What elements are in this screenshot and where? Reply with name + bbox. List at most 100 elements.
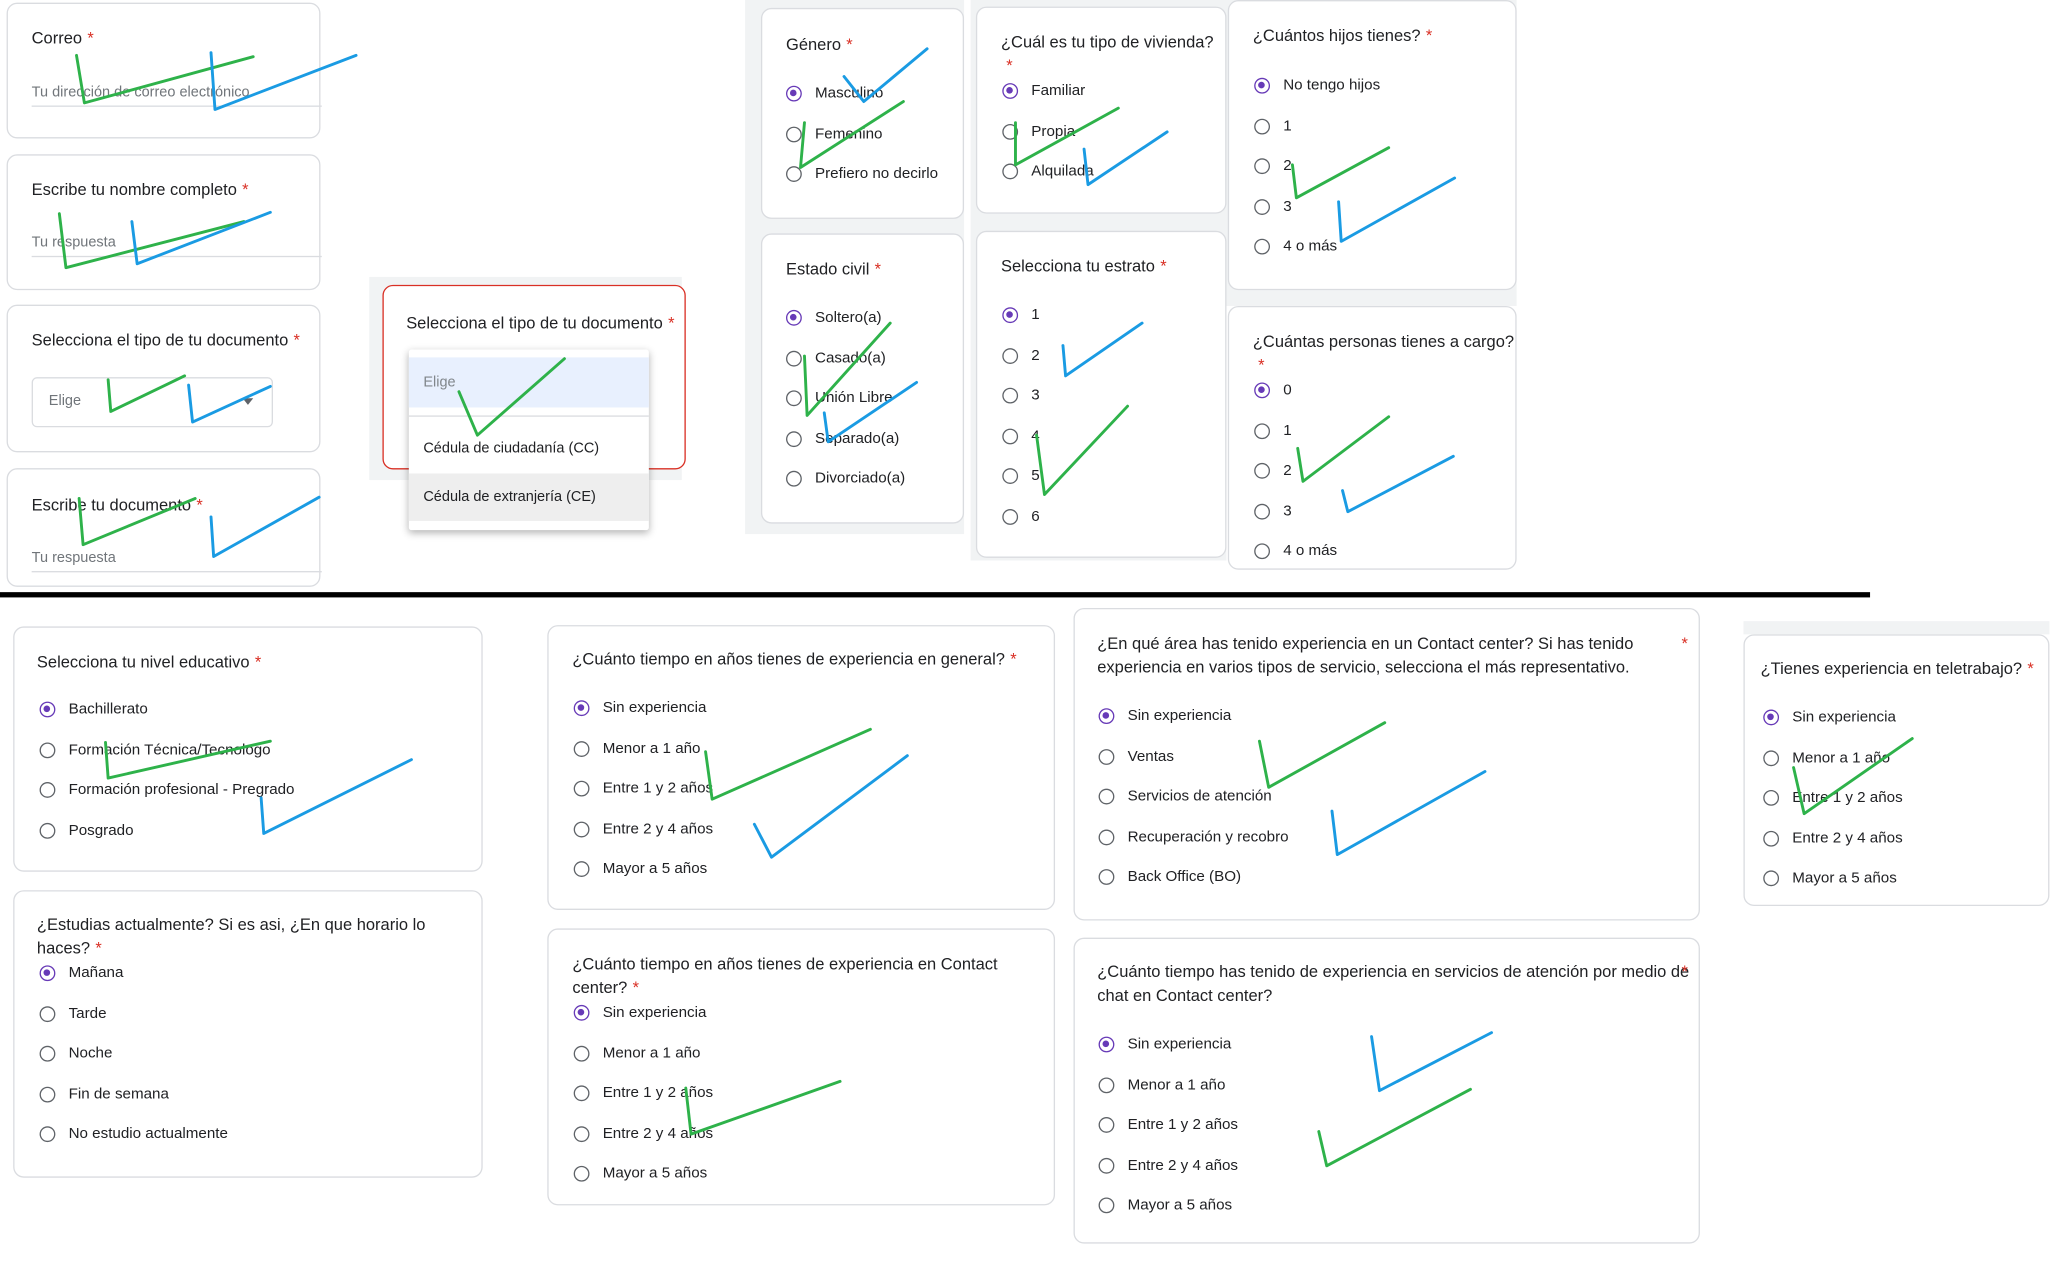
radio-option[interactable]: 6 — [1002, 503, 1040, 529]
radio-checked-icon[interactable] — [1254, 77, 1271, 94]
menu-option-elige[interactable]: Elige — [408, 357, 649, 408]
radio-option[interactable]: 5 — [1002, 463, 1040, 489]
radio-option[interactable]: Fin de semana — [39, 1081, 169, 1107]
radio-checked-icon[interactable] — [1098, 1036, 1115, 1053]
radio-unchecked-icon[interactable] — [1254, 158, 1271, 175]
radio-option[interactable]: Servicios de atención — [1098, 783, 1272, 809]
radio-unchecked-icon[interactable] — [1002, 427, 1019, 444]
radio-unchecked-icon[interactable] — [1254, 503, 1271, 519]
radio-unchecked-icon[interactable] — [1002, 508, 1019, 525]
radio-option[interactable]: 4 o más — [1254, 233, 1337, 259]
radio-option[interactable]: Separado(a) — [786, 425, 899, 451]
radio-unchecked-icon[interactable] — [1254, 118, 1271, 134]
radio-unchecked-icon[interactable] — [573, 1085, 590, 1102]
radio-checked-icon[interactable] — [1002, 83, 1019, 99]
radio-unchecked-icon[interactable] — [786, 350, 802, 366]
radio-unchecked-icon[interactable] — [1254, 422, 1271, 439]
radio-unchecked-icon[interactable] — [573, 1125, 590, 1142]
radio-option[interactable]: Sin experiencia — [1098, 703, 1231, 729]
radio-unchecked-icon[interactable] — [786, 166, 802, 182]
radio-option[interactable]: 1 — [1002, 302, 1040, 328]
radio-option[interactable]: 2 — [1254, 458, 1292, 484]
radio-option[interactable]: Casado(a) — [786, 345, 886, 371]
radio-option[interactable]: Soltero(a) — [786, 305, 882, 331]
radio-checked-icon[interactable] — [1098, 708, 1115, 725]
radio-option[interactable]: Menor a 1 año — [573, 1040, 701, 1066]
radio-option[interactable]: Propia — [1002, 118, 1075, 144]
radio-checked-icon[interactable] — [1763, 709, 1780, 726]
radio-unchecked-icon[interactable] — [39, 782, 56, 798]
radio-unchecked-icon[interactable] — [39, 741, 56, 758]
radio-unchecked-icon[interactable] — [1002, 123, 1019, 140]
radio-option[interactable]: Menor a 1 año — [1098, 1072, 1225, 1098]
radio-unchecked-icon[interactable] — [1098, 748, 1115, 765]
radio-option[interactable]: Formación Técnica/Tecnologo — [39, 737, 271, 763]
radio-unchecked-icon[interactable] — [1098, 1117, 1115, 1133]
radio-checked-icon[interactable] — [39, 965, 56, 982]
radio-checked-icon[interactable] — [786, 85, 802, 102]
radio-option[interactable]: Entre 2 y 4 años — [573, 816, 713, 842]
document-field[interactable]: Tu respuesta — [31, 550, 322, 573]
radio-unchecked-icon[interactable] — [1098, 1076, 1115, 1093]
radio-unchecked-icon[interactable] — [1763, 749, 1780, 766]
radio-option[interactable]: Divorciado(a) — [786, 466, 905, 492]
radio-unchecked-icon[interactable] — [1002, 468, 1019, 484]
radio-option[interactable]: Alquilada — [1002, 158, 1094, 184]
radio-option[interactable]: Sin experiencia — [1098, 1031, 1231, 1057]
radio-option[interactable]: Mayor a 5 años — [1763, 865, 1897, 891]
radio-unchecked-icon[interactable] — [1763, 830, 1780, 847]
radio-unchecked-icon[interactable] — [573, 740, 590, 757]
radio-option[interactable]: Bachillerato — [39, 696, 148, 722]
radio-option[interactable]: Mayor a 5 años — [573, 856, 707, 882]
radio-unchecked-icon[interactable] — [573, 1165, 590, 1182]
radio-option[interactable]: Sin experiencia — [1763, 704, 1896, 730]
radio-option[interactable]: Sin experiencia — [573, 695, 706, 721]
radio-unchecked-icon[interactable] — [39, 1126, 56, 1143]
radio-unchecked-icon[interactable] — [1098, 1197, 1115, 1214]
radio-unchecked-icon[interactable] — [573, 1045, 590, 1061]
radio-checked-icon[interactable] — [573, 1004, 590, 1021]
radio-option[interactable]: 4 o más — [1254, 538, 1337, 564]
radio-option[interactable]: Formación profesional - Pregrado — [39, 777, 295, 803]
radio-unchecked-icon[interactable] — [1254, 543, 1271, 560]
radio-option[interactable]: 3 — [1254, 193, 1292, 219]
radio-option[interactable]: Prefiero no decirlo — [786, 161, 938, 187]
radio-option[interactable]: Entre 2 y 4 años — [1098, 1152, 1238, 1178]
radio-unchecked-icon[interactable] — [786, 390, 802, 407]
radio-unchecked-icon[interactable] — [573, 861, 590, 878]
radio-option[interactable]: Familiar — [1002, 78, 1085, 104]
document-type-dropdown[interactable]: Elige — [31, 377, 273, 428]
radio-option[interactable]: Entre 1 y 2 años — [1098, 1112, 1238, 1138]
radio-unchecked-icon[interactable] — [786, 125, 802, 142]
radio-unchecked-icon[interactable] — [573, 780, 590, 797]
radio-unchecked-icon[interactable] — [1098, 828, 1115, 845]
radio-option[interactable]: 3 — [1254, 498, 1292, 524]
menu-option-cc[interactable]: Cédula de ciudadanía (CC) — [409, 426, 649, 471]
radio-option[interactable]: 1 — [1254, 417, 1292, 443]
radio-option[interactable]: Mañana — [39, 960, 123, 986]
radio-unchecked-icon[interactable] — [1002, 347, 1019, 364]
radio-checked-icon[interactable] — [573, 700, 590, 717]
radio-option[interactable]: Ventas — [1098, 743, 1174, 769]
radio-unchecked-icon[interactable] — [39, 822, 56, 839]
name-field[interactable]: Tu respuesta — [31, 235, 322, 258]
radio-option[interactable]: Entre 2 y 4 años — [573, 1120, 713, 1146]
radio-option[interactable]: Mayor a 5 años — [573, 1161, 707, 1187]
radio-unchecked-icon[interactable] — [1254, 462, 1271, 479]
radio-unchecked-icon[interactable] — [1098, 869, 1115, 885]
radio-option[interactable]: Entre 2 y 4 años — [1763, 825, 1903, 851]
radio-option[interactable]: Unión Libre — [786, 385, 893, 411]
radio-option[interactable]: Recuperación y recobro — [1098, 824, 1289, 850]
radio-checked-icon[interactable] — [1254, 382, 1271, 399]
radio-unchecked-icon[interactable] — [1254, 238, 1271, 255]
radio-checked-icon[interactable] — [786, 309, 802, 326]
radio-option[interactable]: Entre 1 y 2 años — [573, 775, 713, 801]
radio-option[interactable]: Menor a 1 año — [1763, 744, 1890, 770]
radio-option[interactable]: 2 — [1254, 153, 1292, 179]
radio-unchecked-icon[interactable] — [39, 1045, 56, 1062]
radio-option[interactable]: Masculino — [786, 80, 883, 106]
menu-option-ce[interactable]: Cédula de extranjería (CE) — [408, 473, 649, 521]
radio-option[interactable]: Femenino — [786, 121, 882, 147]
radio-unchecked-icon[interactable] — [786, 430, 802, 447]
radio-option[interactable]: 1 — [1254, 113, 1292, 139]
